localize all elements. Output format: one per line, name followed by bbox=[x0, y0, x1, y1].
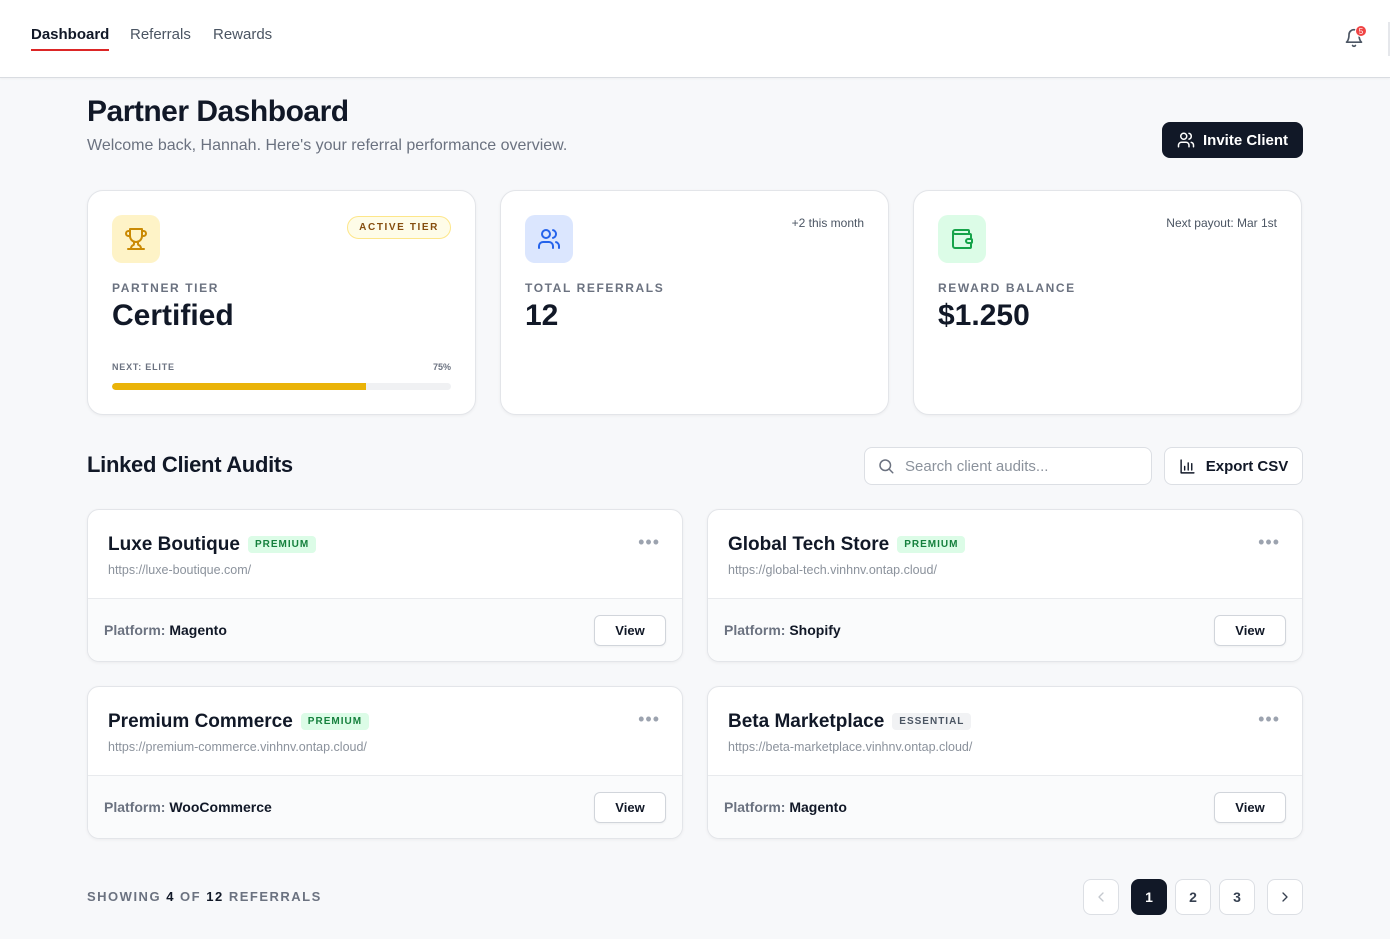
client-name: Luxe Boutique bbox=[108, 534, 240, 555]
reward-balance-value: $1.250 bbox=[938, 299, 1030, 332]
client-card-footer: Platform: WooCommerce View bbox=[88, 776, 682, 838]
client-card-footer: Platform: Magento View bbox=[88, 599, 682, 661]
platform-key: Platform: bbox=[104, 622, 166, 638]
next-payout: Next payout: Mar 1st bbox=[1166, 216, 1277, 230]
client-name-row: Beta Marketplace ESSENTIAL bbox=[728, 711, 972, 733]
view-button[interactable]: View bbox=[1214, 792, 1286, 823]
search-field[interactable] bbox=[864, 447, 1152, 485]
platform-key: Platform: bbox=[724, 799, 786, 815]
next-page-button[interactable] bbox=[1267, 879, 1303, 915]
client-card: Premium Commerce PREMIUM https://premium-… bbox=[87, 686, 683, 839]
view-button[interactable]: View bbox=[594, 792, 666, 823]
plan-badge: ESSENTIAL bbox=[892, 713, 972, 730]
client-card-header: Premium Commerce PREMIUM https://premium-… bbox=[88, 687, 682, 776]
client-card-footer: Platform: Shopify View bbox=[708, 599, 1302, 661]
platform-value: Magento bbox=[789, 799, 847, 815]
search-icon bbox=[879, 459, 894, 474]
top-navbar: Dashboard Referrals Rewards 5 bbox=[0, 0, 1390, 78]
page-2-button[interactable]: 2 bbox=[1175, 879, 1211, 915]
export-csv-button[interactable]: Export CSV bbox=[1164, 447, 1303, 485]
showing-suffix: REFERRALS bbox=[228, 889, 322, 904]
client-card-footer: Platform: Magento View bbox=[708, 776, 1302, 838]
client-url: https://premium-commerce.vinhnv.ontap.cl… bbox=[108, 740, 367, 754]
showing-prefix: SHOWING bbox=[87, 889, 162, 904]
of-word: OF bbox=[180, 889, 202, 904]
active-tier-badge: ACTIVE TIER bbox=[347, 216, 451, 239]
shown-count: 4 bbox=[166, 889, 175, 904]
chevron-right-icon bbox=[1282, 892, 1288, 902]
view-button[interactable]: View bbox=[1214, 615, 1286, 646]
more-options-icon[interactable]: ••• bbox=[1258, 709, 1280, 730]
client-name-row: Premium Commerce PREMIUM bbox=[108, 711, 370, 733]
client-url: https://beta-marketplace.vinhnv.ontap.cl… bbox=[728, 740, 973, 754]
more-options-icon[interactable]: ••• bbox=[638, 532, 660, 553]
referrals-change: +2 this month bbox=[791, 216, 864, 230]
platform-info: Platform: Magento bbox=[724, 799, 847, 815]
partner-tier-card: ACTIVE TIER PARTNER TIER Certified NEXT:… bbox=[87, 190, 476, 415]
platform-key: Platform: bbox=[724, 622, 786, 638]
invite-client-label: Invite Client bbox=[1202, 131, 1288, 149]
client-url: https://luxe-boutique.com/ bbox=[108, 563, 252, 577]
partner-tier-value: Certified bbox=[112, 299, 234, 332]
platform-info: Platform: WooCommerce bbox=[104, 799, 272, 815]
user-plus-icon bbox=[1177, 132, 1195, 148]
client-card: Beta Marketplace ESSENTIAL https://beta-m… bbox=[707, 686, 1303, 839]
invite-client-button[interactable]: Invite Client bbox=[1162, 122, 1303, 158]
client-name-row: Luxe Boutique PREMIUM bbox=[108, 534, 317, 556]
client-card-header: Beta Marketplace ESSENTIAL https://beta-m… bbox=[708, 687, 1302, 776]
tab-referrals[interactable]: Referrals bbox=[130, 26, 191, 49]
reward-balance-label: REWARD BALANCE bbox=[938, 281, 1076, 295]
view-button[interactable]: View bbox=[594, 615, 666, 646]
trophy-icon bbox=[112, 215, 160, 263]
section-title: Linked Client Audits bbox=[87, 452, 293, 477]
platform-info: Platform: Shopify bbox=[724, 622, 841, 638]
client-card-header: Global Tech Store PREMIUM https://global-… bbox=[708, 510, 1302, 599]
page-1-button[interactable]: 1 bbox=[1131, 879, 1167, 915]
plan-badge: PREMIUM bbox=[897, 536, 966, 553]
client-name-row: Global Tech Store PREMIUM bbox=[728, 534, 966, 556]
users-icon bbox=[525, 215, 573, 263]
partner-tier-label: PARTNER TIER bbox=[112, 281, 219, 295]
more-options-icon[interactable]: ••• bbox=[1258, 532, 1280, 553]
chevron-left-icon bbox=[1098, 892, 1104, 902]
page-3-button[interactable]: 3 bbox=[1219, 879, 1255, 915]
page-title: Partner Dashboard bbox=[87, 95, 349, 128]
tier-progress-fill bbox=[112, 383, 367, 390]
platform-value: Shopify bbox=[789, 622, 841, 638]
more-options-icon[interactable]: ••• bbox=[638, 709, 660, 730]
reward-balance-card: Next payout: Mar 1st REWARD BALANCE $1.2… bbox=[913, 190, 1302, 415]
plan-badge: PREMIUM bbox=[300, 713, 370, 730]
search-input[interactable] bbox=[905, 457, 1135, 475]
client-card: Global Tech Store PREMIUM https://global-… bbox=[707, 509, 1303, 662]
platform-value: WooCommerce bbox=[169, 799, 272, 815]
platform-key: Platform: bbox=[104, 799, 166, 815]
platform-value: Magento bbox=[169, 622, 227, 638]
export-csv-label: Export CSV bbox=[1205, 457, 1289, 475]
wallet-icon bbox=[938, 215, 986, 263]
client-card-header: Luxe Boutique PREMIUM https://luxe-boutiq… bbox=[88, 510, 682, 599]
tier-progress-percent: 75% bbox=[432, 362, 451, 372]
client-card: Luxe Boutique PREMIUM https://luxe-boutiq… bbox=[87, 509, 683, 662]
tab-rewards[interactable]: Rewards bbox=[213, 26, 272, 49]
client-name: Beta Marketplace bbox=[728, 711, 885, 732]
bar-chart-icon bbox=[1180, 458, 1195, 474]
client-url: https://global-tech.vinhnv.ontap.cloud/ bbox=[728, 563, 937, 577]
plan-badge: PREMIUM bbox=[247, 536, 317, 553]
notification-count-badge: 5 bbox=[1355, 25, 1367, 37]
total-referrals-value: 12 bbox=[525, 299, 559, 332]
page-subtitle: Welcome back, Hannah. Here's your referr… bbox=[87, 137, 568, 154]
tier-progress-bar bbox=[112, 383, 451, 390]
client-name: Premium Commerce bbox=[108, 711, 293, 732]
platform-info: Platform: Magento bbox=[104, 622, 227, 638]
total-count: 12 bbox=[206, 889, 224, 904]
total-referrals-card: +2 this month TOTAL REFERRALS 12 bbox=[500, 190, 889, 415]
client-name: Global Tech Store bbox=[728, 534, 890, 555]
tab-dashboard[interactable]: Dashboard bbox=[31, 26, 110, 51]
prev-page-button[interactable] bbox=[1083, 879, 1119, 915]
total-referrals-label: TOTAL REFERRALS bbox=[525, 281, 665, 295]
showing-count: SHOWING 4 OF 12 REFERRALS bbox=[87, 889, 322, 904]
next-tier-label: NEXT: ELITE bbox=[112, 362, 175, 372]
